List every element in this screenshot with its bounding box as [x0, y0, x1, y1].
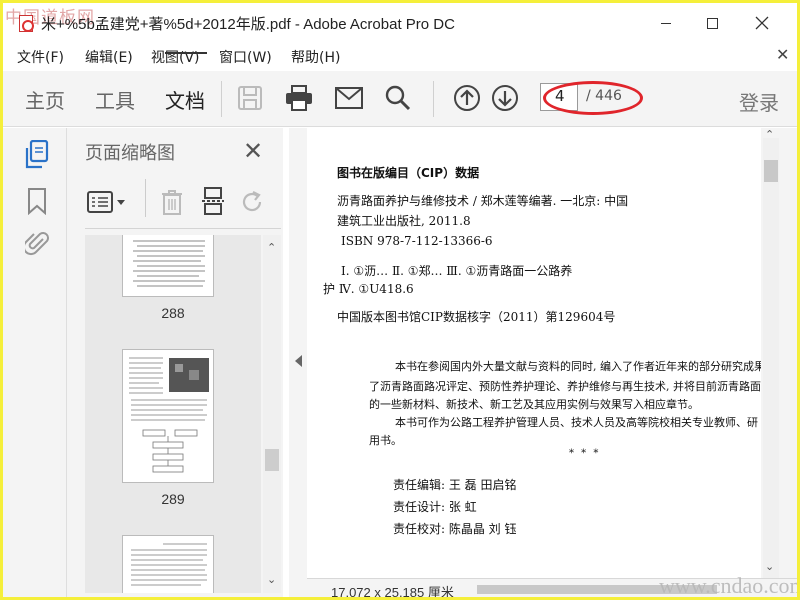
thumbnail-scrollbar[interactable]: ⌃ ⌄ — [263, 235, 281, 593]
tab-document[interactable]: 文档 — [165, 85, 205, 114]
watermark-bottom: www.cndao.com — [659, 573, 800, 598]
document-view[interactable]: 图书在版编目（CIP）数据 沥青路面养护与维修技术 / 郑木莲等编著. 一北京:… — [307, 128, 761, 578]
separator-stars: * * * — [569, 448, 601, 459]
app-window: 中国道板网 米+%5b孟建党+著%5d+2012年版.pdf - Adobe A… — [0, 0, 800, 600]
intro-paragraph-line: 本书可作为公路工程养护管理人员、技术人员及高等院校相关专业教师、研 — [395, 416, 758, 429]
scroll-up-icon[interactable]: ⌃ — [267, 241, 276, 254]
cip-line: 建筑工业出版社, 2011.8 — [337, 214, 471, 228]
login-button[interactable]: 登录 — [739, 87, 779, 116]
cip-line: 护 Ⅳ. ①U418.6 — [323, 282, 414, 296]
close-window-button[interactable] — [739, 7, 785, 39]
page-thumbnails-icon[interactable] — [23, 140, 51, 170]
intro-paragraph-line: 本书在参阅国内外大量文献与资料的同时, 编入了作者近年来的部分研究成果 — [395, 360, 761, 373]
intro-paragraph-line: 的一些新材料、新技术、新工艺及其应用实例与效果写入相应章节。 — [369, 398, 699, 411]
thumbnail-list: 288 289 — [85, 235, 261, 593]
active-tab-indicator — [165, 52, 207, 54]
thumbnail-page-288[interactable] — [122, 235, 214, 297]
menu-edit[interactable]: 编辑(E) — [85, 47, 133, 67]
delete-page-icon[interactable] — [161, 189, 183, 219]
document-scrollbar[interactable]: ⌃ ⌄ — [761, 128, 797, 578]
navigation-pane-strip — [3, 128, 67, 597]
thumbnail-options-icon[interactable] — [87, 191, 127, 217]
window-title: 米+%5b孟建党+著%5d+2012年版.pdf - Adobe Acrobat… — [41, 16, 455, 33]
intro-paragraph-line: 用书。 — [369, 434, 402, 447]
thumbnail-page-next[interactable] — [122, 535, 214, 593]
editor-credit: 责任编辑: 王 磊 田启铭 — [393, 478, 517, 492]
menu-view[interactable]: 视图(V) — [151, 47, 200, 67]
menu-help[interactable]: 帮助(H) — [291, 47, 340, 67]
next-page-icon[interactable] — [490, 83, 520, 113]
rotate-page-icon[interactable] — [239, 189, 265, 219]
proofreader-credit: 责任校对: 陈晶晶 刘 钰 — [393, 522, 517, 536]
extract-page-icon[interactable] — [201, 187, 225, 219]
thumbnails-panel-title: 页面缩略图 — [85, 143, 175, 164]
intro-paragraph-line: 了沥青路面路况评定、预防性养护理论、养护维修与再生技术, 并将目前沥青路面 — [369, 380, 761, 393]
previous-page-icon[interactable] — [452, 83, 482, 113]
minimize-button[interactable] — [643, 7, 689, 39]
email-icon[interactable] — [334, 83, 364, 113]
maximize-button[interactable] — [689, 7, 735, 39]
menu-window[interactable]: 窗口(W) — [219, 47, 272, 67]
main-toolbar: 主页 工具 文档 — [3, 71, 797, 127]
tab-home[interactable]: 主页 — [25, 85, 65, 114]
search-icon[interactable] — [383, 83, 413, 113]
title-bar: 中国道板网 米+%5b孟建党+著%5d+2012年版.pdf - Adobe A… — [3, 3, 797, 43]
close-panel-icon[interactable]: ✕ — [243, 137, 263, 165]
save-icon[interactable] — [235, 83, 265, 113]
cip-record-number: 中国版本图书馆CIP数据核字（2011）第129604号 — [337, 310, 616, 324]
page-size-label: 17.072 x 25.185 厘米 — [331, 585, 454, 600]
acrobat-icon — [19, 15, 34, 32]
scroll-down-icon[interactable]: ⌄ — [765, 560, 774, 573]
cip-line: ISBN 978-7-112-13366-6 — [341, 234, 493, 248]
toolbar-divider — [221, 81, 222, 117]
cip-line: 沥青路面养护与维修技术 / 郑木莲等编著. 一北京: 中国 — [337, 194, 629, 208]
tools-divider — [145, 179, 146, 217]
scrollbar-thumb[interactable] — [764, 160, 778, 182]
cip-line: Ⅰ. ①沥… Ⅱ. ①郑… Ⅲ. ①沥青路面一公路养 — [341, 264, 573, 278]
attachment-icon[interactable] — [23, 228, 51, 258]
scrollbar-thumb[interactable] — [265, 449, 279, 471]
toolbar-divider — [433, 81, 434, 117]
cip-heading: 图书在版编目（CIP）数据 — [337, 166, 480, 180]
scroll-up-icon[interactable]: ⌃ — [765, 128, 774, 141]
bookmark-icon[interactable] — [23, 186, 51, 216]
close-document-icon[interactable]: ✕ — [776, 45, 789, 64]
menu-bar: 文件(F) 编辑(E) 视图(V) 窗口(W) 帮助(H) ✕ — [3, 43, 797, 69]
thumbnail-label: 289 — [161, 491, 185, 507]
maximize-icon — [706, 17, 718, 29]
thumbnail-page-289[interactable] — [122, 349, 214, 483]
thumbnail-label: 288 — [161, 305, 185, 321]
minimize-icon — [661, 22, 671, 24]
menu-file[interactable]: 文件(F) — [17, 47, 64, 67]
thumbnail-tools — [85, 179, 281, 229]
tab-tools[interactable]: 工具 — [95, 85, 135, 114]
highlight-ellipse — [543, 81, 643, 115]
print-icon[interactable] — [284, 83, 314, 113]
scroll-down-icon[interactable]: ⌄ — [267, 573, 276, 586]
collapse-pane-icon[interactable] — [295, 355, 302, 367]
close-icon — [755, 16, 769, 30]
scrollbar-track[interactable] — [763, 138, 779, 578]
designer-credit: 责任设计: 张 虹 — [393, 500, 477, 514]
